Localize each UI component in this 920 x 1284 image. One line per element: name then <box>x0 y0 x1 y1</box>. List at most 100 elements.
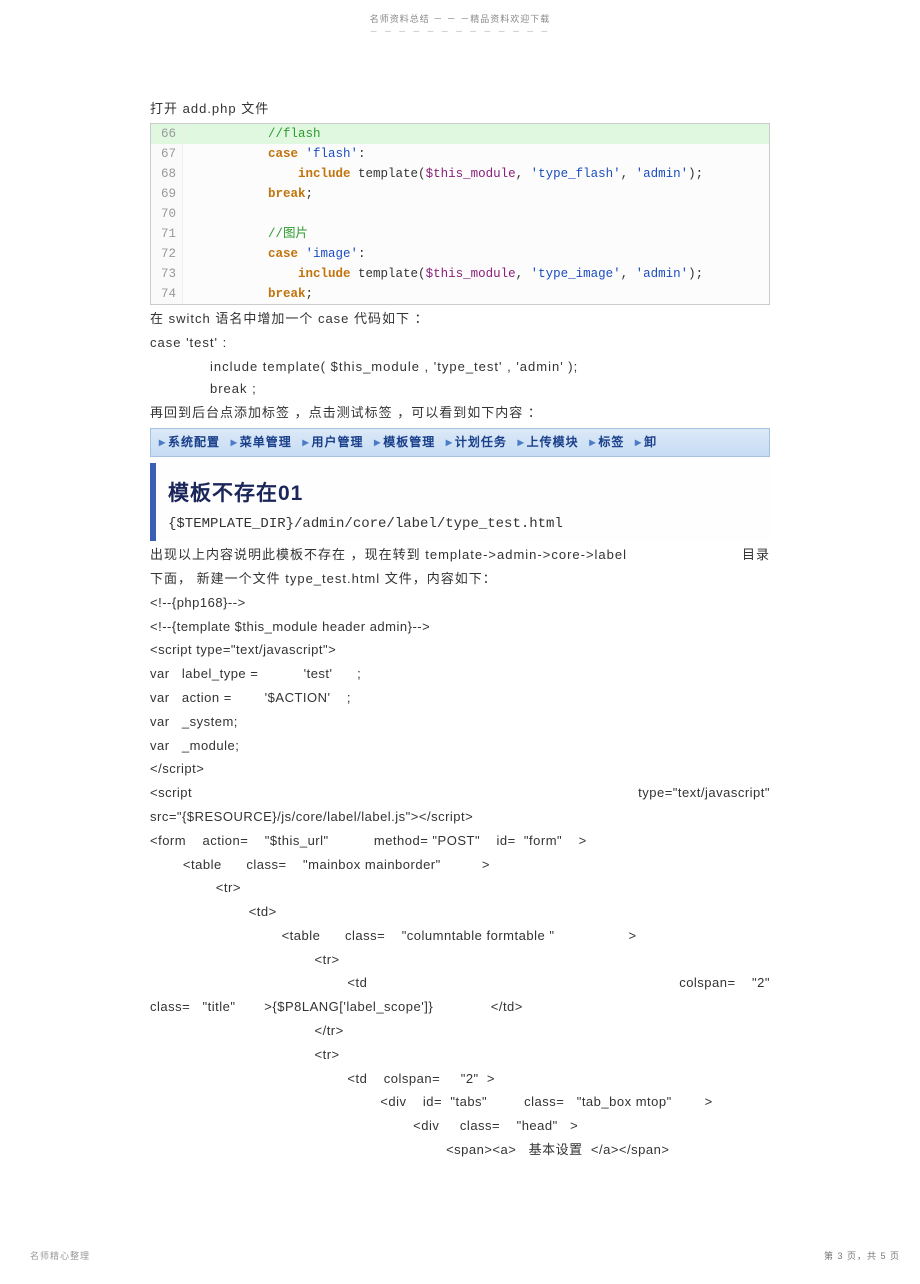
code-line: var action = '$ACTION' ; <box>150 688 770 709</box>
keyword: break <box>268 187 306 201</box>
code-line: <tr> <box>150 878 770 899</box>
keyword: break <box>268 287 306 301</box>
code-line: <script type="text/javascript"> <box>150 640 770 661</box>
paragraph-template-missing: 出现以上内容说明此模板不存在 ，现在转到 template->admin->co… <box>150 545 770 566</box>
menu-item: 计划任务 <box>455 435 507 449</box>
text: , <box>621 267 636 281</box>
code-line: class= "title" >{$P8LANG['label_scope']}… <box>150 997 770 1018</box>
arrow-icon: ▸ <box>518 435 525 449</box>
menu-item: 上传模块 <box>527 435 579 449</box>
code-row: 68 include template($this_module, 'type_… <box>151 164 769 184</box>
line-number: 71 <box>151 224 183 244</box>
menu-item: 菜单管理 <box>240 435 292 449</box>
snippet-line3: break ; <box>210 379 770 400</box>
code-line: var _module; <box>150 736 770 757</box>
filename: add.php <box>183 101 237 116</box>
code-block-addphp: 66 //flash 67 case 'flash': 68 include t… <box>150 123 770 305</box>
arrow-icon: ▸ <box>635 435 642 449</box>
code-line: <td> <box>150 902 770 923</box>
code-line: <!--{template $this_module header admin}… <box>150 617 770 638</box>
variable: $this_module <box>426 267 516 281</box>
code-line: </script> <box>150 759 770 780</box>
text: 打开 <box>150 101 183 116</box>
code-line: var label_type = 'test' ; <box>150 664 770 685</box>
arrow-icon: ▸ <box>589 435 596 449</box>
text: ; <box>306 287 314 301</box>
code-row: 66 //flash <box>151 124 769 144</box>
string: 'admin' <box>636 167 689 181</box>
arrow-icon: ▸ <box>159 435 166 449</box>
string: 'type_image' <box>531 267 621 281</box>
line-number: 70 <box>151 204 183 224</box>
text: template( <box>351 267 426 281</box>
code-row: 69 break; <box>151 184 769 204</box>
text: ); <box>688 267 703 281</box>
code-line: <tr> <box>150 950 770 971</box>
header-dashes: － － － － － － － － － － － － － <box>0 26 920 39</box>
arrow-icon: ▸ <box>374 435 381 449</box>
code-line: <div id= "tabs" class= "tab_box mtop" > <box>150 1092 770 1113</box>
document-content: 打开 add.php 文件 66 //flash 67 case 'flash'… <box>0 99 920 1161</box>
code-line: <table class= "mainbox mainborder" > <box>150 855 770 876</box>
menu-item: 系统配置 <box>168 435 220 449</box>
header-top: 名师资料总结 － － －精品资料欢迎下载 <box>0 0 920 26</box>
text: , <box>516 167 531 181</box>
menu-item: 模板管理 <box>383 435 435 449</box>
footer-left: 名师精心整理 <box>30 1249 90 1263</box>
paragraph-back-backend: 再回到后台点添加标签 ，点击测试标签 ，可以看到如下内容 ： <box>150 403 770 424</box>
code-row: 67 case 'flash': <box>151 144 769 164</box>
arrow-icon: ▸ <box>302 435 309 449</box>
text: , <box>516 267 531 281</box>
code-row: 70 <box>151 204 769 224</box>
code-line: <!--{php168}--> <box>150 593 770 614</box>
paragraph-switch-note: 在 switch 语名中增加一个 case 代码如下 ： <box>150 309 770 330</box>
arrow-icon: ▸ <box>231 435 238 449</box>
code-line: src="{$RESOURCE}/js/core/label/label.js"… <box>150 807 770 828</box>
line-number: 67 <box>151 144 183 164</box>
code-row: 74 break; <box>151 284 769 304</box>
text: 文件 <box>237 101 270 116</box>
string: 'type_flash' <box>531 167 621 181</box>
line-number: 68 <box>151 164 183 184</box>
code-row: 72 case 'image': <box>151 244 769 264</box>
code-line: <scripttype="text/javascript" <box>150 783 770 804</box>
snippet-line2: include template( $this_module , 'type_t… <box>210 357 770 378</box>
error-title: 模板不存在01 <box>168 477 760 511</box>
admin-menu-bar: ▸系统配置 ▸菜单管理 ▸用户管理 ▸模板管理 ▸计划任务 ▸上传模块 ▸标签 … <box>150 428 770 457</box>
text: 目录 <box>742 545 770 566</box>
keyword: case <box>268 147 298 161</box>
variable: $this_module <box>426 167 516 181</box>
template-not-found-panel: 模板不存在01 {$TEMPLATE_DIR}/admin/core/label… <box>150 463 770 541</box>
text: : <box>358 247 366 261</box>
arrow-icon: ▸ <box>446 435 453 449</box>
code-line: </tr> <box>150 1021 770 1042</box>
code-line: <tdcolspan= "2" <box>150 973 770 994</box>
code-line: <div class= "head" > <box>150 1116 770 1137</box>
line-number: 74 <box>151 284 183 304</box>
keyword: include <box>298 267 351 281</box>
string: 'image' <box>298 247 358 261</box>
text: : <box>358 147 366 161</box>
string: 'flash' <box>298 147 358 161</box>
comment: //图片 <box>268 227 308 241</box>
code-line: var _system; <box>150 712 770 733</box>
string: 'admin' <box>636 267 689 281</box>
keyword: case <box>268 247 298 261</box>
menu-item: 标签 <box>598 435 624 449</box>
code-row: 73 include template($this_module, 'type_… <box>151 264 769 284</box>
line-number: 72 <box>151 244 183 264</box>
code-line: <span><a> 基本设置 </a></span> <box>150 1140 770 1161</box>
code-line: <form action= "$this_url" method= "POST"… <box>150 831 770 852</box>
paragraph-open-file: 打开 add.php 文件 <box>150 99 770 120</box>
text: , <box>621 167 636 181</box>
error-path: {$TEMPLATE_DIR}/admin/core/label/type_te… <box>168 513 760 535</box>
menu-item: 用户管理 <box>311 435 363 449</box>
footer-right: 第 3 页，共 5 页 <box>824 1249 900 1263</box>
text: ); <box>688 167 703 181</box>
line-number: 69 <box>151 184 183 204</box>
code-line: <td colspan= "2" > <box>150 1069 770 1090</box>
snippet-line1: case 'test' : <box>150 333 770 354</box>
line-number: 73 <box>151 264 183 284</box>
keyword: include <box>298 167 351 181</box>
comment: //flash <box>268 127 321 141</box>
